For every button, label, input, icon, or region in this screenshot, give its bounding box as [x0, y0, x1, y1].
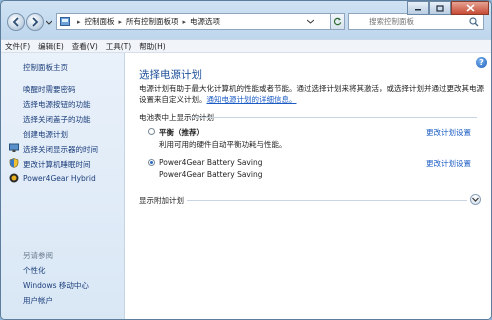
description-text: 电源计划有助于最大化计算机的性能或者节能。通过选择计划来将其激活，或选择计划并通… [139, 84, 484, 104]
forward-button[interactable] [26, 13, 44, 31]
plan-balanced-change-settings-link[interactable]: 更改计划设置 [426, 127, 471, 138]
plan-power4gear-name: Power4Gear Battery Saving [159, 158, 263, 167]
arrow-left-icon [12, 17, 19, 27]
menu-file[interactable]: 文件(F) [5, 41, 30, 52]
plan-power4gear-description: Power4Gear Battery Saving [159, 170, 263, 179]
arrow-right-icon [32, 17, 39, 27]
show-additional-plans-label[interactable]: 显示附加计划 [139, 195, 184, 206]
control-panel-icon [60, 17, 70, 26]
sidebar-item-display-off[interactable]: 选择关闭显示器的时间 [23, 144, 98, 155]
section-divider [189, 117, 477, 118]
left-nav-pane: 控制面板主页 唤醒时需要密码 选择电源按钮的功能 选择关闭盖子的功能 创建电源计… [1, 53, 125, 319]
search-input[interactable] [369, 17, 479, 26]
menu-view[interactable]: 查看(V) [72, 41, 98, 52]
sidebar-item-sleep-time[interactable]: 更改计算机睡眠时间 [23, 159, 91, 170]
maximize-button[interactable] [429, 1, 451, 15]
shield-icon [9, 158, 19, 168]
sidebar-item-create-plan[interactable]: 创建电源计划 [23, 129, 68, 140]
sidebar-item-require-password[interactable]: 唤醒时需要密码 [23, 84, 76, 95]
see-also-mobility-center[interactable]: Windows 移动中心 [23, 280, 89, 291]
control-panel-home-link[interactable]: 控制面板主页 [23, 62, 68, 73]
chevron-down-icon[interactable] [307, 18, 314, 25]
sidebar-item-power4gear[interactable]: Power4Gear Hybrid [23, 174, 96, 183]
breadcrumb-separator: ▸ [182, 17, 187, 26]
main-content: ? 选择电源计划 电源计划有助于最大化计算机的性能或者节能。通过选择计划来将其激… [125, 53, 491, 319]
see-also-personalization[interactable]: 个性化 [23, 265, 46, 276]
page-title: 选择电源计划 [139, 69, 202, 81]
plan-power4gear-change-settings-link[interactable]: 更改计划设置 [426, 158, 471, 169]
plan-details-link[interactable]: 通知电源计划的详细信息。 [207, 95, 297, 104]
title-bar: ▸ 控制面板 ▸ 所有控制面板项 ▸ 电源选项 [1, 1, 491, 39]
menu-tools[interactable]: 工具(T) [106, 41, 131, 52]
refresh-icon [333, 17, 342, 26]
breadcrumb-all-items[interactable]: 所有控制面板项 [126, 16, 179, 27]
minimize-icon [415, 9, 421, 11]
maximize-icon [436, 4, 444, 12]
monitor-icon [9, 143, 19, 152]
menu-edit[interactable]: 编辑(E) [38, 41, 64, 52]
additional-plans-divider [187, 200, 467, 201]
search-box[interactable] [348, 13, 484, 30]
power4gear-icon [9, 173, 19, 183]
window-controls [407, 1, 489, 15]
see-also-user-accounts[interactable]: 用户帐户 [23, 295, 53, 306]
control-panel-window: ▸ 控制面板 ▸ 所有控制面板项 ▸ 电源选项 搜索控制面板 文件(F) 编辑(… [0, 0, 492, 320]
breadcrumb-power-options[interactable]: 电源选项 [190, 16, 220, 27]
back-button[interactable] [7, 13, 25, 31]
recent-pages-chevron-icon[interactable] [46, 20, 52, 26]
plan-balanced-description: 利用可用的硬件自动平衡功耗与性能。 [159, 140, 287, 149]
breadcrumb-control-panel[interactable]: 控制面板 [85, 16, 115, 27]
plan-balanced-radio[interactable] [148, 128, 155, 135]
menu-bar: 文件(F) 编辑(E) 查看(V) 工具(T) 帮助(H) [1, 39, 491, 53]
plan-balanced-name: 平衡（推荐） [159, 128, 204, 137]
expand-button[interactable] [470, 194, 481, 205]
chevron-down-icon [472, 197, 479, 202]
search-icon[interactable] [469, 17, 479, 27]
close-icon [465, 4, 475, 12]
refresh-button[interactable] [330, 13, 345, 30]
menu-help[interactable]: 帮助(H) [139, 41, 166, 52]
sidebar-item-power-button[interactable]: 选择电源按钮的功能 [23, 99, 91, 110]
breadcrumb-separator: ▸ [118, 17, 123, 26]
page-description: 电源计划有助于最大化计算机的性能或者节能。通过选择计划来将其激活，或选择计划并通… [139, 83, 484, 105]
help-icon[interactable]: ? [476, 57, 487, 68]
breadcrumb-separator: ▸ [77, 17, 81, 26]
minimize-button[interactable] [407, 1, 429, 15]
plan-power4gear-radio[interactable] [148, 159, 155, 166]
see-also-heading: 另请参阅 [23, 251, 53, 260]
address-bar[interactable]: ▸ 控制面板 ▸ 所有控制面板项 ▸ 电源选项 [56, 13, 331, 30]
close-button[interactable] [451, 1, 489, 15]
sidebar-item-lid-close[interactable]: 选择关闭盖子的功能 [23, 114, 91, 125]
